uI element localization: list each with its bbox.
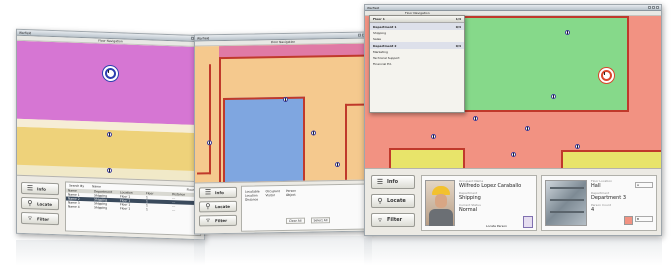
person-name: Wilfredo Lopez Caraballo (459, 183, 522, 189)
zone-yellow-left[interactable] (389, 148, 465, 168)
zone-pink[interactable] (17, 40, 205, 126)
face (435, 194, 447, 208)
person-marker[interactable] (575, 144, 580, 149)
minimize-button[interactable] (358, 33, 361, 37)
filter-options: Locatable Location Distance Occupant Visito… (241, 183, 369, 232)
clear-all-button[interactable]: Clear All (286, 217, 305, 224)
filter-button[interactable]: ▿ Filter (21, 211, 59, 226)
info-button[interactable]: ☰ Info (21, 181, 59, 196)
table-cell: Name 4 (68, 204, 80, 209)
filter-buttons: Clear All Select All (286, 217, 331, 224)
app-window-1: Warfield Floor Navigation ☰ Info ⚲ Locate … (16, 28, 205, 241)
person-status: Normal (459, 207, 478, 213)
department-2-header[interactable]: Department 2 0/4 (370, 42, 464, 49)
filter-group-1: Locatable Location Distance (245, 189, 260, 227)
wall (197, 64, 211, 175)
person-department: Shipping (459, 195, 481, 201)
search-select[interactable]: Name (92, 184, 101, 188)
reflection (194, 236, 372, 264)
app-window-3: Warfield Floor Navigation Floor 1 1/4 Dep… (364, 4, 662, 236)
magnifier-icon: ⚲ (27, 198, 33, 207)
room-photo (545, 180, 587, 226)
person-marker-selected[interactable] (601, 70, 612, 81)
maximize-button[interactable] (652, 6, 655, 9)
person-marker-selected[interactable] (105, 67, 116, 80)
shirt (429, 209, 453, 226)
person-marker[interactable] (551, 94, 556, 99)
floor-header[interactable]: Floor 1 1/4 (370, 16, 464, 23)
zone-blue[interactable] (223, 96, 305, 183)
person-marker[interactable] (431, 134, 436, 139)
floor-location: Hall (591, 183, 601, 189)
person-count: 4 (591, 207, 595, 213)
control-panel: ☰ Info ⚲ Locate ▿ Filter Locatable Location D… (195, 179, 372, 235)
shelf (550, 187, 584, 189)
select-all-button[interactable]: Select All (310, 217, 331, 224)
person-photo (425, 180, 455, 226)
location-info-card: Floor Location Hall Department Departmen… (541, 175, 657, 231)
funnel-icon: ▿ (206, 216, 210, 225)
reflection (16, 240, 205, 266)
zone-green[interactable] (461, 16, 629, 112)
info-icon: ☰ (376, 177, 384, 186)
locate-button[interactable]: ⚲ Locate (21, 196, 59, 211)
person-marker-icon[interactable] (523, 216, 533, 228)
dropdown-item[interactable]: Financial Ed. (370, 61, 464, 67)
floor-navigation-dropdown[interactable]: Floor 1 1/4 Department 1 0/4 Shipping Sale… (369, 15, 465, 113)
close-button[interactable] (656, 6, 659, 9)
filter-option[interactable]: Object (286, 193, 296, 197)
info-button[interactable]: ☰ Info (199, 186, 237, 199)
shelf (550, 199, 584, 201)
filter-group-2: Occupant Visitor (266, 189, 280, 227)
info-button[interactable]: ☰ Info (371, 175, 415, 189)
table-cell: 1 (146, 207, 148, 212)
magnifier-icon: ⚲ (205, 202, 211, 211)
person-marker[interactable] (525, 126, 530, 131)
table-body: Name 1 Shipping Floor 1 1 --- Name 2 Shipping F… (66, 192, 200, 213)
search-table: Search By Name Floor 1 Name Department Locat… (65, 181, 201, 237)
person-marker[interactable] (565, 30, 570, 35)
filter-option[interactable]: Visitor (266, 193, 280, 197)
person-marker[interactable] (511, 152, 516, 157)
person-info-card: Occupant Name Wilfredo Lopez Caraballo D… (421, 175, 537, 231)
color-swatch (624, 216, 633, 225)
funnel-icon: ▿ (378, 215, 382, 224)
person-marker[interactable] (207, 140, 212, 146)
window-title: Warfield (197, 35, 210, 41)
person-marker[interactable] (107, 167, 112, 174)
floor-map[interactable] (17, 40, 205, 182)
shelf (550, 211, 584, 213)
locate-button[interactable]: ⚲ Locate (371, 194, 415, 208)
table-cell: Floor 1 (120, 206, 131, 211)
zone-yellow-right[interactable] (561, 150, 661, 168)
funnel-icon: ▿ (28, 213, 32, 222)
person-marker[interactable] (473, 116, 478, 121)
floor-navigation-menu[interactable]: Floor Navigation (271, 40, 296, 44)
control-panel: ☰ Info ⚲ Locate ▿ Filter Search By Name Floor… (17, 174, 205, 241)
info-icon: ☰ (26, 183, 34, 192)
search-label: Search By (69, 183, 85, 189)
person-marker[interactable] (107, 131, 112, 138)
minimize-button[interactable] (648, 6, 651, 9)
floor-map[interactable] (195, 43, 372, 183)
reflection (364, 238, 662, 266)
magnifier-icon: ⚲ (377, 196, 383, 205)
department-1-header[interactable]: Department 1 0/4 (370, 23, 464, 30)
locate-button[interactable]: ⚲ Locate (199, 200, 237, 213)
legend-a[interactable]: A (635, 182, 653, 188)
filter-button[interactable]: ▿ Filter (371, 213, 415, 227)
filter-button[interactable]: ▿ Filter (199, 214, 237, 227)
legend-b[interactable]: B (635, 216, 653, 222)
window-title: Warfield (19, 30, 32, 35)
table-cell: Shipping (94, 205, 108, 210)
locate-person-link[interactable]: Locate Person (486, 224, 507, 228)
filter-option[interactable]: Distance (245, 197, 260, 201)
info-icon: ☰ (204, 188, 212, 197)
window-title: Warfield (367, 5, 380, 10)
control-panel: ☰ Info ⚲ Locate ▿ Filter Occupant Name Wilf… (365, 168, 661, 235)
floor-navigation-menu[interactable]: Floor Navigation (98, 39, 123, 44)
location-department: Department 3 (591, 195, 627, 201)
app-window-2: Warfield Floor Navigation ☰ Info ⚲ Locate … (194, 31, 372, 235)
